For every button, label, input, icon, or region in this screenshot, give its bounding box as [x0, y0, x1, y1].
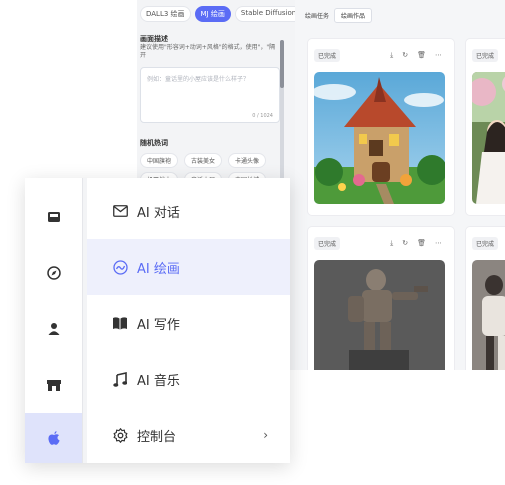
panel-scrollbar-thumb[interactable] [280, 40, 284, 88]
card-actions: ⤓ ↻ 🗑 ⋯ [390, 239, 442, 248]
navigation-menu: AI 对话 AI 绘画 AI 写作 AI 音乐 控制台 › [25, 178, 290, 463]
result-card[interactable]: 已完成 ⤓ ↻ 🗑 ⋯ [307, 38, 455, 216]
status-badge: 已完成 [314, 237, 341, 250]
user-icon [48, 323, 59, 335]
results-header: 绘画任务 绘画作品 [305, 8, 373, 23]
mail-icon [112, 203, 128, 219]
mech-warrior-statue-image [314, 260, 445, 370]
apple-icon [47, 431, 60, 445]
status-badge: 已完成 [472, 49, 499, 62]
paint-icon [112, 259, 128, 275]
download-icon[interactable]: ⤓ [390, 51, 393, 60]
card-actions: ⤓ ↻ 🗑 ⋯ [390, 51, 442, 60]
icon-rail [25, 178, 82, 463]
menu-item-label: 控制台 [137, 429, 177, 445]
menu-item-ai-music[interactable]: AI 音乐 [87, 351, 290, 407]
page-root: DALL3 绘画 MJ 绘画 Stable Diffusion 其它 画面描述 … [0, 0, 505, 485]
delete-icon[interactable]: 🗑 [417, 51, 426, 60]
rail-item-user[interactable] [25, 304, 82, 354]
tab-mj[interactable]: MJ 绘画 [194, 6, 231, 22]
rail-item-apple[interactable] [25, 413, 82, 463]
fairytale-house-image [314, 72, 445, 204]
results-label: 绘画任务 [305, 13, 330, 20]
prompt-counter: 0 / 1024 [252, 113, 273, 119]
refresh-icon[interactable]: ↻ [402, 239, 408, 248]
results-area: 绘画任务 绘画作品 已完成 ⤓ ↻ 🗑 ⋯ 已完成 已完成 ⤓ ↻ 🗑 ⋯ 已完… [295, 0, 505, 370]
result-image[interactable] [472, 260, 505, 370]
inbox-icon [47, 212, 60, 222]
status-badge: 已完成 [472, 237, 499, 250]
menu-item-console[interactable]: 控制台 › [87, 407, 290, 463]
menu-list: AI 对话 AI 绘画 AI 写作 AI 音乐 控制台 › [87, 178, 290, 463]
woman-in-garden-image [472, 72, 505, 204]
chip-item[interactable]: 中国旗袍 [140, 153, 179, 168]
music-icon [112, 371, 128, 387]
rail-item-store[interactable] [25, 360, 82, 410]
prompt-hint: 建议使用"形容词+动词+风格"的格式，使用"，"隔开 [140, 44, 276, 59]
result-image[interactable] [472, 72, 505, 204]
refresh-icon[interactable]: ↻ [402, 51, 408, 60]
prompt-placeholder: 例如：童话里的小屋应该是什么样子？ [147, 76, 250, 83]
menu-item-ai-paint[interactable]: AI 绘画 [87, 239, 290, 295]
result-card[interactable]: 已完成 ⤓ ↻ 🗑 ⋯ [307, 226, 455, 370]
status-badge: 已完成 [314, 49, 341, 62]
rail-item-inbox[interactable] [25, 192, 82, 242]
compass-icon [46, 266, 61, 280]
prompt-textarea[interactable]: 例如：童话里的小屋应该是什么样子？ 0 / 1024 [140, 67, 280, 123]
works-button[interactable]: 绘画作品 [334, 8, 373, 23]
menu-item-label: AI 对话 [137, 205, 180, 221]
tab-dall3[interactable]: DALL3 绘画 [140, 6, 191, 22]
delete-icon[interactable]: 🗑 [417, 239, 426, 248]
rail-item-compass[interactable] [25, 248, 82, 298]
chip-item[interactable]: 卡通头像 [228, 153, 267, 168]
more-icon[interactable]: ⋯ [435, 51, 442, 60]
result-image[interactable] [314, 72, 445, 204]
menu-item-ai-write[interactable]: AI 写作 [87, 295, 290, 351]
store-icon [46, 380, 61, 391]
tab-stable-diffusion[interactable]: Stable Diffusion [234, 6, 303, 22]
menu-item-label: AI 写作 [137, 317, 180, 333]
menu-item-label: AI 音乐 [137, 373, 180, 389]
chip-item[interactable]: 古装美女 [184, 153, 223, 168]
prompt-section-title: 画面描述 [140, 35, 168, 43]
robot-figure-image [472, 260, 505, 370]
settings-icon [112, 427, 128, 443]
download-icon[interactable]: ⤓ [390, 239, 393, 248]
result-image[interactable] [314, 260, 445, 370]
menu-item-ai-chat[interactable]: AI 对话 [87, 183, 290, 239]
result-card[interactable]: 已完成 [465, 38, 505, 216]
result-card[interactable]: 已完成 [465, 226, 505, 370]
book-icon [112, 315, 128, 331]
random-words-title: 随机热词 [140, 139, 168, 147]
chevron-right-icon[interactable]: › [263, 428, 268, 442]
menu-item-label: AI 绘画 [137, 261, 180, 277]
more-icon[interactable]: ⋯ [435, 239, 442, 248]
